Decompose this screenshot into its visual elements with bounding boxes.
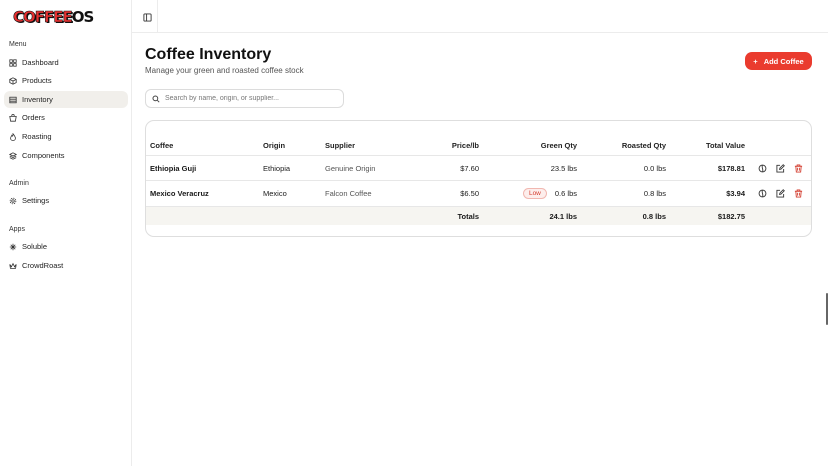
section-label-admin: Admin	[9, 180, 29, 187]
page-subtitle: Manage your green and roasted coffee sto…	[145, 66, 304, 75]
sparkle-icon	[9, 243, 17, 251]
delete-icon[interactable]	[794, 189, 803, 198]
column-header-origin[interactable]: Origin	[263, 135, 285, 155]
column-header-total-value[interactable]: Total Value	[686, 135, 745, 155]
search-box	[145, 89, 344, 108]
add-coffee-label: Add Coffee	[763, 56, 804, 66]
flame-icon	[9, 132, 17, 141]
gear-icon	[9, 197, 17, 205]
sidebar-item-label: Orders	[22, 113, 45, 122]
sidebar: COFFEE OS Menu Dashboard Products Invento…	[0, 0, 132, 466]
sidebar-item-soluble[interactable]: Soluble	[4, 238, 128, 255]
sidebar-item-products[interactable]: Products	[4, 72, 128, 89]
section-label-apps: Apps	[9, 226, 25, 233]
sidebar-item-label: Settings	[22, 196, 50, 205]
edit-icon[interactable]	[776, 189, 785, 198]
search-icon	[152, 90, 160, 108]
edit-icon[interactable]	[776, 164, 785, 173]
sidebar-item-roasting[interactable]: Roasting	[4, 128, 128, 145]
sidebar-item-crowdroast[interactable]: CrowdRoast	[4, 257, 128, 274]
sidebar-item-label: Roasting	[22, 132, 52, 141]
main-content: Coffee Inventory Manage your green and r…	[132, 0, 828, 466]
logo-suffix: OS	[71, 8, 95, 26]
sidebar-item-dashboard[interactable]: Dashboard	[4, 54, 128, 71]
page-title: Coffee Inventory	[145, 46, 272, 63]
cell-total-value: $3.94	[726, 189, 745, 198]
totals-row: Totals 24.1 lbs 0.8 lbs $182.75	[146, 206, 811, 225]
dashboard-icon	[9, 58, 17, 67]
sidebar-item-inventory[interactable]: Inventory	[4, 91, 128, 108]
section-label-menu: Menu	[9, 41, 27, 48]
roast-action-icon[interactable]	[758, 189, 767, 198]
totals-roasted-qty: 0.8 lbs	[642, 211, 666, 221]
cell-coffee: Ethiopia Guji	[150, 163, 197, 173]
layers-icon	[9, 151, 17, 160]
cell-roasted-qty: 0.8 lbs	[643, 189, 666, 198]
column-header-price[interactable]: Price/lb	[416, 135, 479, 155]
sidebar-item-label: Soluble	[22, 242, 48, 251]
crown-icon	[9, 262, 17, 270]
cell-green-qty-container: Low 0.6 lbs	[506, 181, 577, 206]
search-input[interactable]	[165, 95, 335, 102]
inventory-table: Coffee Origin Supplier Price/lb Green Qt…	[145, 120, 812, 237]
totals-green-qty: 24.1 lbs	[549, 211, 577, 221]
sidebar-item-label: Products	[22, 76, 52, 85]
plus-icon: +	[753, 56, 758, 66]
sidebar-toggle-icon[interactable]	[142, 12, 152, 22]
column-header-green-qty[interactable]: Green Qty	[506, 135, 577, 155]
cell-green-qty: 0.6 lbs	[554, 189, 577, 198]
sidebar-item-label: Dashboard	[22, 58, 59, 67]
cell-green-qty: 23.5 lbs	[550, 163, 577, 173]
sidebar-item-label: Components	[22, 151, 65, 160]
cart-icon	[9, 113, 17, 122]
cell-price: $6.50	[460, 189, 479, 198]
inventory-icon	[9, 96, 17, 104]
logo-main: COFFEE	[13, 8, 73, 27]
totals-label: Totals	[457, 211, 479, 221]
table-row[interactable]: Mexico Veracruz Mexico Falcon Coffee $6.…	[146, 180, 811, 206]
table-row[interactable]: Ethiopia Guji Ethiopia Genuine Origin $7…	[146, 155, 811, 180]
topbar-divider	[157, 0, 158, 33]
cell-supplier: Falcon Coffee	[325, 189, 372, 198]
add-coffee-button[interactable]: + Add Coffee	[745, 52, 812, 70]
delete-icon[interactable]	[794, 164, 803, 173]
column-header-roasted-qty[interactable]: Roasted Qty	[606, 135, 666, 155]
topbar	[132, 0, 828, 33]
app-logo[interactable]: COFFEE OS	[13, 8, 95, 27]
column-header-supplier[interactable]: Supplier	[325, 135, 355, 155]
cell-price: $7.60	[460, 163, 479, 173]
cell-total-value: $178.81	[717, 163, 745, 173]
cell-coffee: Mexico Veracruz	[150, 189, 209, 198]
sidebar-item-components[interactable]: Components	[4, 147, 128, 164]
table-header-row: Coffee Origin Supplier Price/lb Green Qt…	[146, 135, 811, 155]
low-stock-badge: Low	[522, 188, 547, 199]
box-icon	[9, 76, 17, 85]
sidebar-item-orders[interactable]: Orders	[4, 109, 128, 126]
cell-roasted-qty: 0.0 lbs	[643, 163, 666, 173]
sidebar-item-label: CrowdRoast	[22, 261, 64, 270]
column-header-coffee[interactable]: Coffee	[150, 135, 173, 155]
cell-supplier: Genuine Origin	[325, 163, 376, 173]
totals-value: $182.75	[717, 211, 745, 221]
cell-origin: Mexico	[263, 189, 287, 198]
roast-action-icon[interactable]	[758, 164, 767, 173]
cell-origin: Ethiopia	[263, 163, 291, 173]
sidebar-item-label: Inventory	[22, 95, 53, 104]
sidebar-item-settings[interactable]: Settings	[4, 192, 128, 209]
